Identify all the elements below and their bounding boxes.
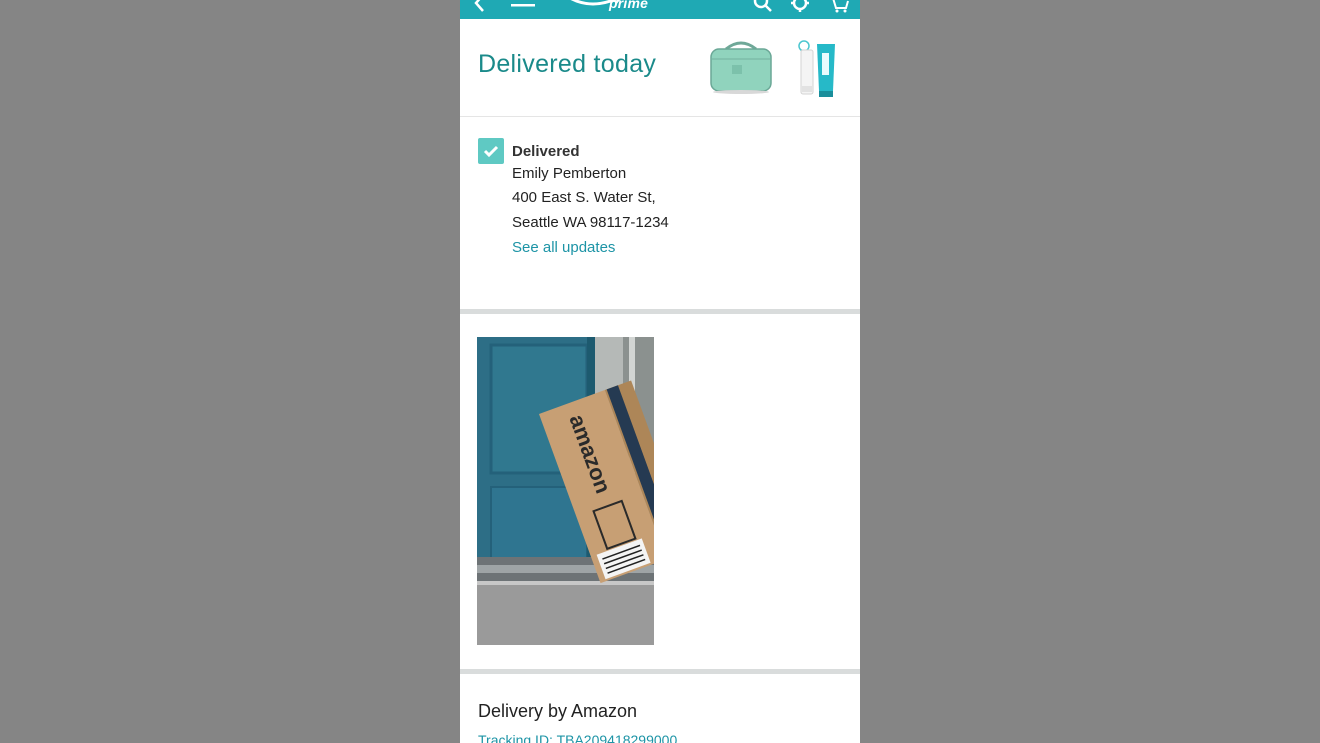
- section-divider: [460, 309, 860, 314]
- top-navigation-bar: prime: [460, 0, 860, 19]
- tracking-id-link[interactable]: Tracking ID: TBA209418299000: [478, 732, 677, 743]
- page-title: Delivered today: [478, 50, 657, 78]
- section-divider: [460, 669, 860, 674]
- delivery-carrier-heading: Delivery by Amazon: [478, 701, 638, 721]
- product-thumbnail-toiletry-bag[interactable]: [708, 39, 774, 95]
- address-line-2: Seattle WA 98117-1234: [512, 214, 669, 231]
- back-arrow-icon[interactable]: [472, 0, 488, 14]
- prime-logo-text: prime: [609, 0, 649, 11]
- cart-icon[interactable]: [828, 0, 850, 14]
- product-thumbnail-sunscreen[interactable]: [795, 39, 841, 99]
- menu-icon[interactable]: [510, 0, 536, 14]
- delivery-summary-header: Delivered today: [460, 19, 860, 117]
- delivery-photo[interactable]: amazon: [477, 337, 654, 645]
- phone-screen: prime Delivered today Delivered Emily Pe…: [460, 0, 860, 743]
- gear-icon[interactable]: [789, 0, 811, 14]
- address-line-1: 400 East S. Water St,: [512, 189, 656, 206]
- see-all-updates-link[interactable]: See all updates: [512, 239, 615, 256]
- delivery-status-panel: Delivered Emily Pemberton 400 East S. Wa…: [460, 117, 860, 309]
- search-icon[interactable]: [752, 0, 774, 14]
- recipient-name: Emily Pemberton: [512, 165, 627, 182]
- check-icon: [478, 138, 504, 164]
- status-label: Delivered: [512, 143, 580, 160]
